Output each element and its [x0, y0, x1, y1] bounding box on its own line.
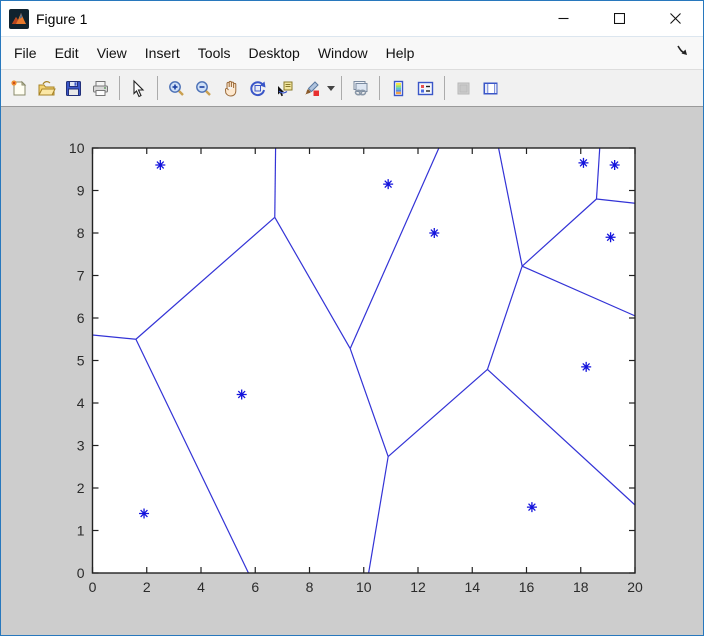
hide-plot-tools-button	[450, 75, 477, 102]
figure-toolbar	[1, 70, 703, 107]
y-tick-label: 9	[77, 183, 85, 199]
zoom-out-button[interactable]	[190, 75, 217, 102]
x-tick-label: 12	[410, 579, 426, 595]
brush-dropdown-caret[interactable]	[325, 75, 336, 102]
menu-file[interactable]: File	[5, 40, 46, 66]
y-tick-label: 0	[77, 565, 85, 581]
dock-figure-icon[interactable]	[676, 44, 689, 62]
x-tick-label: 6	[251, 579, 259, 595]
title-bar[interactable]: Figure 1	[1, 1, 703, 36]
x-tick-label: 14	[464, 579, 480, 595]
toolbar-separator	[157, 76, 158, 100]
x-tick-label: 4	[197, 579, 205, 595]
link-plot-button[interactable]	[347, 75, 374, 102]
toolbar-separator	[444, 76, 445, 100]
menu-window[interactable]: Window	[309, 40, 377, 66]
figure-canvas: 0 2 4 6 8 10 12 14 16 18 20 0 1 2 3 4 5 6 7 8 9 10	[1, 107, 703, 635]
y-tick-label: 5	[77, 353, 85, 369]
menu-insert[interactable]: Insert	[136, 40, 189, 66]
x-tick-label: 10	[356, 579, 372, 595]
show-plot-tools-button[interactable]	[477, 75, 504, 102]
insert-legend-button[interactable]	[412, 75, 439, 102]
insert-colorbar-button[interactable]	[385, 75, 412, 102]
x-tick-label: 20	[627, 579, 643, 595]
x-tick-label: 0	[89, 579, 97, 595]
window-controls	[535, 1, 703, 36]
menu-bar: File Edit View Insert Tools Desktop Wind…	[1, 36, 703, 70]
new-figure-button[interactable]	[6, 75, 33, 102]
x-tick-label: 18	[573, 579, 589, 595]
x-tick-label: 8	[306, 579, 314, 595]
pan-button[interactable]	[217, 75, 244, 102]
maximize-button[interactable]	[591, 1, 647, 36]
toolbar-separator	[379, 76, 380, 100]
menu-help[interactable]: Help	[377, 40, 424, 66]
print-button[interactable]	[87, 75, 114, 102]
figure-window: Figure 1 File Edit View Insert Tools Des…	[0, 0, 704, 636]
menu-desktop[interactable]: Desktop	[239, 40, 308, 66]
toolbar-separator	[341, 76, 342, 100]
matlab-logo-icon	[9, 8, 29, 29]
zoom-in-button[interactable]	[163, 75, 190, 102]
plot-svg: 0 2 4 6 8 10 12 14 16 18 20012345678910	[69, 140, 643, 595]
axes-area	[92, 148, 635, 573]
open-file-button[interactable]	[33, 75, 60, 102]
y-tick-label: 1	[77, 523, 85, 539]
menu-edit[interactable]: Edit	[46, 40, 88, 66]
y-tick-label: 10	[69, 140, 85, 156]
x-tick-label: 2	[143, 579, 151, 595]
y-tick-label: 7	[77, 268, 85, 284]
rotate-3d-button[interactable]	[244, 75, 271, 102]
y-tick-label: 2	[77, 480, 85, 496]
voronoi-edge	[274, 147, 277, 218]
window-title: Figure 1	[36, 10, 88, 27]
close-button[interactable]	[647, 1, 703, 36]
menu-view[interactable]: View	[88, 40, 136, 66]
menu-tools[interactable]: Tools	[189, 40, 240, 66]
edit-plot-button[interactable]	[125, 75, 152, 102]
y-tick-label: 8	[77, 225, 85, 241]
y-tick-label: 3	[77, 438, 85, 454]
minimize-button[interactable]	[535, 1, 591, 36]
toolbar-separator	[119, 76, 120, 100]
x-tick-label: 16	[519, 579, 535, 595]
y-tick-label: 4	[77, 395, 85, 411]
data-cursor-button[interactable]	[271, 75, 298, 102]
brush-data-button[interactable]	[298, 75, 325, 102]
y-tick-label: 6	[77, 310, 85, 326]
save-figure-button[interactable]	[60, 75, 87, 102]
